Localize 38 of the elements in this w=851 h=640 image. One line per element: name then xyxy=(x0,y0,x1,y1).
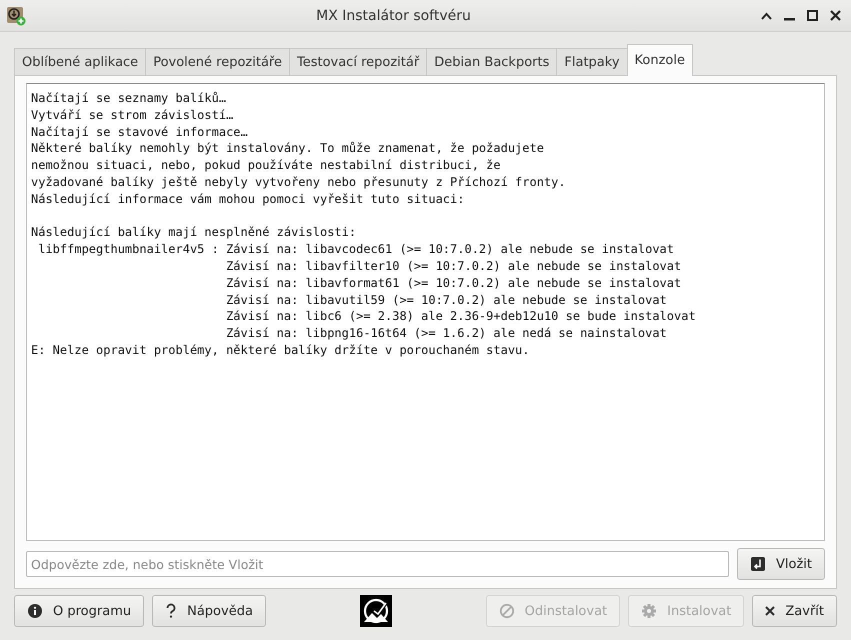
console-line: libffmpegthumbnailer4v5 : Závisí na: libavcodec61 (>= 10:7.0.2) ale nebude se instalovat xyxy=(37,241,674,258)
tab[interactable]: Konzole xyxy=(626,44,693,76)
question-mark-icon xyxy=(165,603,178,619)
console-line: E: Nelze opravit problémy, některé balíky držíte v porouchaném stavu. xyxy=(31,342,530,359)
info-icon xyxy=(27,603,43,619)
help-button[interactable]: Nápověda xyxy=(152,595,266,627)
console-line: Načítají se seznamy balíků… xyxy=(31,90,226,107)
console-line: Závisí na: libavfilter10 (>= 10:7.0.2) ale nebude se instalovat xyxy=(225,258,682,275)
tab[interactable]: Debian Backports xyxy=(426,48,558,76)
console-line: Závisí na: libpng16-16t64 (>= 1.6.2) ale nedá se nainstalovat xyxy=(225,325,667,342)
prohibited-icon xyxy=(498,603,515,619)
console-line: Načítají se stavové informace… xyxy=(31,124,248,140)
console-line: Následující informace vám mohou pomoci vyřešit tuto situaci: xyxy=(31,190,464,208)
console-line: Některé balíky nemohly být instalovány. To může znamenat, že požadujete xyxy=(31,140,544,158)
close-button[interactable]: Zavřít xyxy=(752,595,837,627)
tab[interactable]: Flatpaky xyxy=(556,48,628,76)
enter-key-icon xyxy=(750,556,766,572)
answer-field[interactable]: Odpovězte zde, nebo stiskněte Vložit xyxy=(26,551,729,577)
console-line: vyžadované balíky ještě nebyly vytvořeny nebo přesunuty z Příchozí fronty. xyxy=(31,174,566,191)
console-line: Závisí na: libavformat61 (>= 10:7.0.2) ale nebude se instalovat xyxy=(225,274,682,292)
tab[interactable]: Oblíbené aplikace xyxy=(14,48,146,76)
console-line: Závisí na: libavutil59 (>= 10:7.0.2) ale nebude se instalovat xyxy=(225,292,667,308)
close-icon xyxy=(765,606,776,616)
console-line: Závisí na: libc6 (>= 2.38) ale 2.36-9+deb12u10 se bude instalovat xyxy=(225,308,696,326)
app-icon xyxy=(6,6,26,26)
about-button[interactable]: O programu xyxy=(14,595,144,627)
close-icon[interactable] xyxy=(830,10,841,21)
console-line: Následující balíky mají nesplněné závislosti: xyxy=(31,224,356,242)
enter-button[interactable]: Vložit xyxy=(737,548,825,580)
tab[interactable]: Povolené repozitáře xyxy=(145,48,290,76)
console-line: nemožnou situaci, nebo, pokud používáte nestabilní distribuci, že xyxy=(31,157,501,174)
tab[interactable]: Testovací repozitář xyxy=(288,48,428,76)
gear-icon xyxy=(641,603,658,619)
window-title: MX Instalátor softvéru xyxy=(315,8,472,24)
collapse-icon[interactable] xyxy=(761,12,772,20)
console-line: Vytváří se strom závislostí… xyxy=(31,106,234,124)
mountain-logo-icon xyxy=(360,595,392,627)
maximize-icon[interactable] xyxy=(807,10,818,21)
